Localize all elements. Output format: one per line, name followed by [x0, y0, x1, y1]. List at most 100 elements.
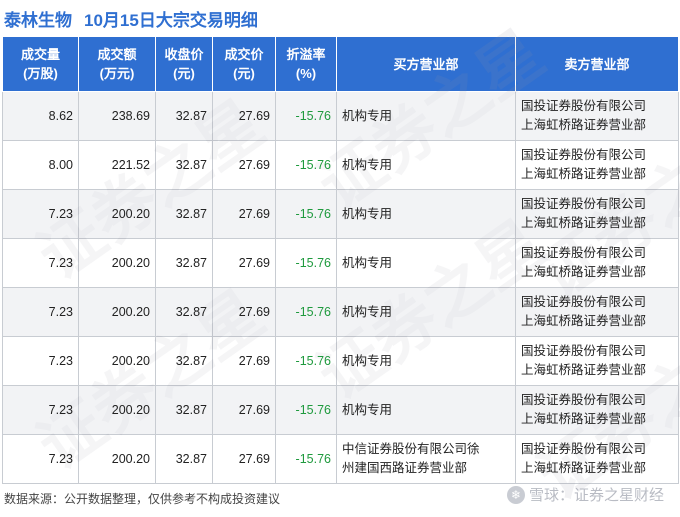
seller-line-2: 上海虹桥路证券营业部 — [521, 265, 647, 279]
cell-buyer: 机构专用 — [336, 189, 516, 239]
column-header-amount: 成交额 (万元) — [78, 36, 156, 92]
cell-seller: 国投证券股份有限公司 上海虹桥路证券营业部 — [515, 140, 679, 190]
column-header-seller: 卖方营业部 — [515, 36, 679, 92]
buyer-line-1: 机构专用 — [342, 304, 393, 319]
cell-amount: 200.20 — [78, 238, 156, 288]
buyer-line-1: 机构专用 — [342, 108, 393, 123]
cell-premium-rate: -15.76 — [275, 336, 337, 386]
buyer-line-2: 州建国西路证券营业部 — [342, 461, 468, 475]
cell-buyer: 机构专用 — [336, 385, 516, 435]
buyer-line-1: 机构专用 — [342, 255, 393, 270]
cell-trade-price: 27.69 — [212, 434, 276, 484]
cell-trade-price: 27.69 — [212, 336, 276, 386]
cell-amount: 200.20 — [78, 189, 156, 239]
column-header-buyer: 买方营业部 — [336, 36, 516, 92]
table-row: 7.23 200.20 32.87 27.69 -15.76 中信证券股份有限公司徐 州建国… — [2, 434, 679, 484]
table-row: 7.23 200.20 32.87 27.69 -15.76 机构专用 国投证券股份有限公司… — [2, 238, 679, 288]
cell-premium-rate: -15.76 — [275, 91, 337, 141]
seller-line-1: 国投证券股份有限公司 — [521, 148, 647, 162]
buyer-line-1: 机构专用 — [342, 206, 393, 221]
seller-line-1: 国投证券股份有限公司 — [521, 99, 647, 113]
column-header-volume: 成交量 (万股) — [2, 36, 79, 92]
cell-amount: 221.52 — [78, 140, 156, 190]
table-row: 8.00 221.52 32.87 27.69 -15.76 机构专用 国投证券股份有限公司… — [2, 140, 679, 190]
cell-amount: 200.20 — [78, 336, 156, 386]
cell-volume: 7.23 — [2, 238, 79, 288]
seller-line-1: 国投证券股份有限公司 — [521, 197, 647, 211]
seller-line-2: 上海虹桥路证券营业部 — [521, 118, 647, 132]
seller-line-1: 国投证券股份有限公司 — [521, 295, 647, 309]
cell-trade-price: 27.69 — [212, 287, 276, 337]
table-row: 7.23 200.20 32.87 27.69 -15.76 机构专用 国投证券股份有限公司… — [2, 385, 679, 435]
cell-amount: 200.20 — [78, 287, 156, 337]
seller-line-1: 国投证券股份有限公司 — [521, 393, 647, 407]
cell-seller: 国投证券股份有限公司 上海虹桥路证券营业部 — [515, 385, 679, 435]
seller-line-2: 上海虹桥路证券营业部 — [521, 363, 647, 377]
cell-trade-price: 27.69 — [212, 385, 276, 435]
cell-volume: 7.23 — [2, 336, 79, 386]
column-header-price: 成交价 (元) — [212, 36, 276, 92]
cell-volume: 8.62 — [2, 91, 79, 141]
cell-volume: 7.23 — [2, 434, 79, 484]
cell-premium-rate: -15.76 — [275, 287, 337, 337]
block-trade-table: 成交量 (万股) 成交额 (万元) 收盘价 (元) 成交价 (元) 折溢率 (%) 买方营… — [2, 36, 679, 484]
cell-seller: 国投证券股份有限公司 上海虹桥路证券营业部 — [515, 91, 679, 141]
cell-close-price: 32.87 — [155, 140, 213, 190]
page-title: 10月15日大宗交易明细 — [84, 10, 258, 30]
cell-buyer: 机构专用 — [336, 238, 516, 288]
cell-seller: 国投证券股份有限公司 上海虹桥路证券营业部 — [515, 189, 679, 239]
snowball-icon: ❄ — [506, 485, 525, 504]
cell-trade-price: 27.69 — [212, 189, 276, 239]
cell-seller: 国投证券股份有限公司 上海虹桥路证券营业部 — [515, 287, 679, 337]
buyer-line-1: 机构专用 — [342, 402, 393, 417]
seller-line-2: 上海虹桥路证券营业部 — [521, 412, 647, 426]
table-row: 7.23 200.20 32.87 27.69 -15.76 机构专用 国投证券股份有限公司… — [2, 336, 679, 386]
seller-line-1: 国投证券股份有限公司 — [521, 442, 647, 456]
company-name: 泰林生物 — [4, 10, 72, 30]
buyer-line-1: 机构专用 — [342, 157, 393, 172]
cell-amount: 200.20 — [78, 434, 156, 484]
seller-line-2: 上海虹桥路证券营业部 — [521, 461, 647, 475]
cell-trade-price: 27.69 — [212, 91, 276, 141]
cell-close-price: 32.87 — [155, 336, 213, 386]
brand-text: 雪球：证券之星财经 — [528, 487, 664, 504]
seller-line-2: 上海虹桥路证券营业部 — [521, 216, 647, 230]
cell-close-price: 32.87 — [155, 287, 213, 337]
brand-label: ❄ 雪球：证券之星财经 — [506, 484, 664, 505]
seller-line-1: 国投证券股份有限公司 — [521, 344, 647, 358]
data-source-note: 数据来源：公开数据整理，仅供参考不构成投资建议 — [4, 492, 281, 506]
cell-buyer: 中信证券股份有限公司徐 州建国西路证券营业部 — [336, 434, 516, 484]
cell-premium-rate: -15.76 — [275, 189, 337, 239]
cell-close-price: 32.87 — [155, 385, 213, 435]
cell-amount: 238.69 — [78, 91, 156, 141]
cell-volume: 7.23 — [2, 385, 79, 435]
cell-close-price: 32.87 — [155, 91, 213, 141]
cell-close-price: 32.87 — [155, 238, 213, 288]
cell-trade-price: 27.69 — [212, 238, 276, 288]
cell-volume: 7.23 — [2, 189, 79, 239]
page-header: 泰林生物 10月15日大宗交易明细 — [0, 0, 680, 36]
cell-premium-rate: -15.76 — [275, 140, 337, 190]
cell-close-price: 32.87 — [155, 189, 213, 239]
column-header-close: 收盘价 (元) — [155, 36, 213, 92]
buyer-line-1: 中信证券股份有限公司徐 — [342, 442, 480, 456]
cell-buyer: 机构专用 — [336, 287, 516, 337]
cell-premium-rate: -15.76 — [275, 385, 337, 435]
cell-trade-price: 27.69 — [212, 140, 276, 190]
cell-volume: 7.23 — [2, 287, 79, 337]
cell-buyer: 机构专用 — [336, 140, 516, 190]
column-header-premium: 折溢率 (%) — [275, 36, 337, 92]
cell-seller: 国投证券股份有限公司 上海虹桥路证券营业部 — [515, 238, 679, 288]
cell-amount: 200.20 — [78, 385, 156, 435]
cell-volume: 8.00 — [2, 140, 79, 190]
cell-buyer: 机构专用 — [336, 91, 516, 141]
table-header-row: 成交量 (万股) 成交额 (万元) 收盘价 (元) 成交价 (元) 折溢率 (%) 买方营… — [2, 36, 679, 92]
cell-premium-rate: -15.76 — [275, 238, 337, 288]
table-row: 7.23 200.20 32.87 27.69 -15.76 机构专用 国投证券股份有限公司… — [2, 189, 679, 239]
cell-close-price: 32.87 — [155, 434, 213, 484]
seller-line-2: 上海虹桥路证券营业部 — [521, 314, 647, 328]
cell-buyer: 机构专用 — [336, 336, 516, 386]
seller-line-2: 上海虹桥路证券营业部 — [521, 167, 647, 181]
cell-seller: 国投证券股份有限公司 上海虹桥路证券营业部 — [515, 336, 679, 386]
seller-line-1: 国投证券股份有限公司 — [521, 246, 647, 260]
